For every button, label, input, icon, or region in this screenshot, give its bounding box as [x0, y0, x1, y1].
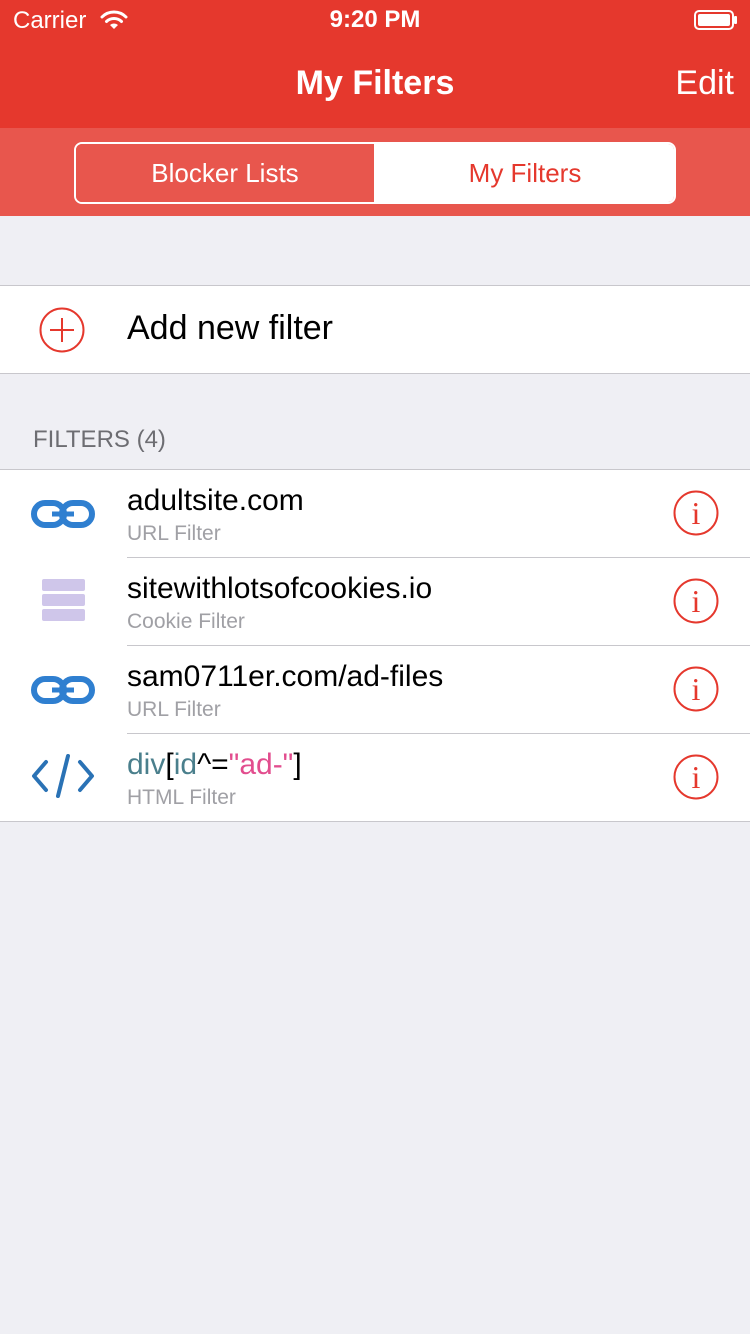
- add-new-filter-label: Add new filter: [127, 309, 333, 347]
- filter-type: Cookie Filter: [127, 610, 245, 633]
- battery-icon: [694, 10, 738, 30]
- segment-bar: Blocker Lists My Filters: [0, 128, 750, 216]
- status-bar: Carrier 9:20 PM: [0, 0, 750, 40]
- code-attr: id: [173, 748, 198, 781]
- page-title: My Filters: [295, 64, 455, 102]
- status-time: 9:20 PM: [329, 6, 421, 33]
- filter-row[interactable]: sitewithlotsofcookies.io Cookie Filter i: [0, 558, 750, 646]
- section-header: FILTERS (4): [33, 426, 166, 453]
- filter-type: HTML Filter: [127, 786, 236, 809]
- code-bracket-close: ]: [293, 748, 302, 781]
- code-bracket-open: [: [165, 748, 174, 781]
- filter-title: div[id^="ad-"]: [127, 748, 302, 782]
- edit-button[interactable]: Edit: [675, 64, 734, 103]
- filter-title: sitewithlotsofcookies.io: [127, 572, 433, 605]
- svg-text:i: i: [692, 759, 701, 795]
- segment-blocker-lists[interactable]: Blocker Lists: [76, 144, 376, 202]
- code-icon: [30, 754, 96, 798]
- link-icon: [30, 670, 96, 710]
- add-new-filter-row[interactable]: Add new filter: [0, 285, 750, 374]
- link-icon: [30, 494, 96, 534]
- filter-type: URL Filter: [127, 698, 221, 721]
- svg-text:i: i: [692, 495, 701, 531]
- code-tag: div: [127, 748, 166, 781]
- plus-circle-icon: [39, 307, 85, 358]
- cookie-stack-icon: [30, 579, 96, 622]
- info-icon[interactable]: i: [673, 666, 719, 712]
- filter-title: adultsite.com: [127, 484, 304, 517]
- filter-title: sam0711er.com/ad-files: [127, 660, 444, 693]
- info-icon[interactable]: i: [673, 754, 719, 800]
- info-icon[interactable]: i: [673, 578, 719, 624]
- filter-row[interactable]: div[id^="ad-"] HTML Filter i: [0, 734, 750, 822]
- svg-text:i: i: [692, 671, 701, 707]
- code-value: "ad-": [228, 748, 294, 781]
- svg-text:i: i: [692, 583, 701, 619]
- filter-list: adultsite.com URL Filter i sitewithlotso…: [0, 469, 750, 822]
- navigation-header: Carrier 9:20 PM My Filters Edit: [0, 0, 750, 128]
- filter-row[interactable]: sam0711er.com/ad-files URL Filter i: [0, 646, 750, 734]
- code-operator: ^=: [197, 748, 229, 781]
- segmented-control: Blocker Lists My Filters: [74, 142, 676, 204]
- info-icon[interactable]: i: [673, 490, 719, 536]
- filter-row[interactable]: adultsite.com URL Filter i: [0, 470, 750, 558]
- filter-type: URL Filter: [127, 522, 221, 545]
- segment-my-filters[interactable]: My Filters: [376, 144, 674, 202]
